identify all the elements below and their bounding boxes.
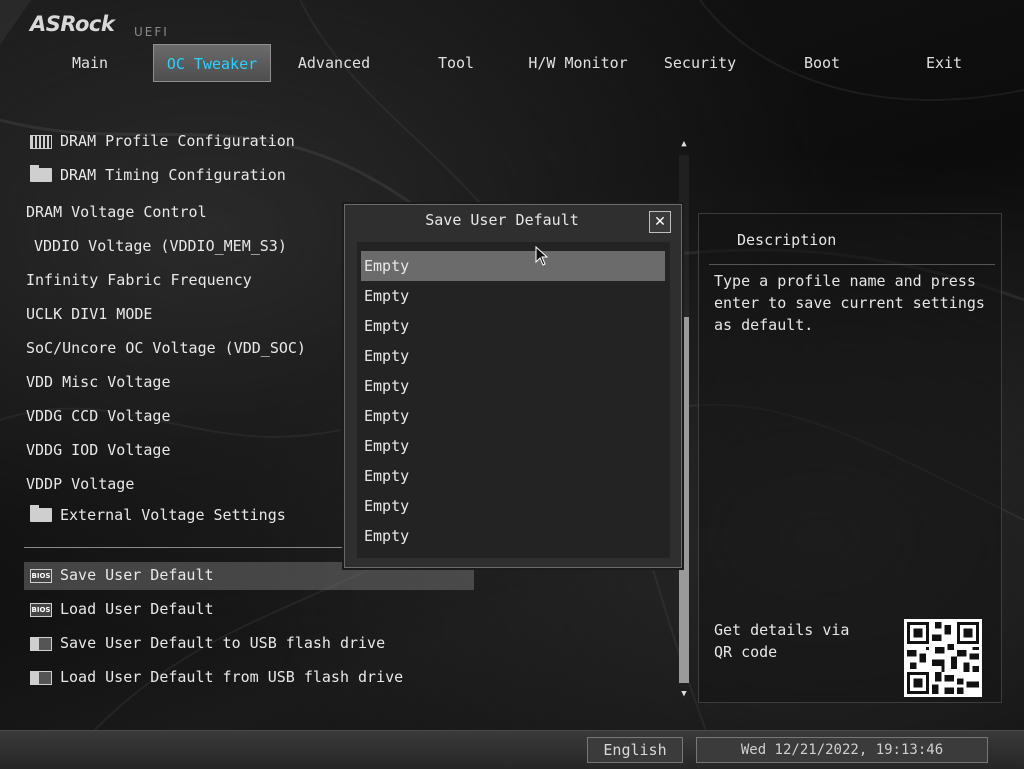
profile-slot-3[interactable]: Empty [361, 311, 665, 341]
usb-load-icon [30, 670, 52, 685]
menu-item-vdd-misc-voltage[interactable]: VDD Misc Voltage [26, 371, 171, 393]
menu-item-vddp-voltage[interactable]: VDDP Voltage [26, 473, 134, 495]
tab-security[interactable]: Security [640, 44, 760, 82]
dialog-title: Save User Default [425, 211, 579, 229]
folder-icon [30, 504, 52, 522]
uefi-label: UEFI [134, 25, 169, 39]
menu-item-dram-profile-configuration[interactable]: DRAM Profile Configuration [30, 130, 295, 152]
tab-exit[interactable]: Exit [884, 44, 1004, 82]
menu-item-save-user-default-usb[interactable]: Save User Default to USB flash drive [30, 632, 385, 654]
menu-item-vddg-ccd-voltage[interactable]: VDDG CCD Voltage [26, 405, 171, 427]
usb-save-icon [30, 636, 52, 651]
profile-slot-4[interactable]: Empty [361, 341, 665, 371]
profile-icon [30, 134, 52, 149]
date-time-display[interactable]: Wed 12/21/2022, 19:13:46 [696, 737, 988, 763]
tab-hw-monitor[interactable]: H/W Monitor [518, 44, 638, 82]
top-tab-bar: Main OC Tweaker Advanced Tool H/W Monito… [30, 44, 1015, 82]
description-divider [709, 264, 995, 265]
description-text: Type a profile name and press enter to s… [714, 272, 985, 334]
tab-advanced[interactable]: Advanced [274, 44, 394, 82]
menu-item-soc-uncore-oc-voltage[interactable]: SoC/Uncore OC Voltage (VDD_SOC) [26, 337, 306, 359]
scroll-up-icon[interactable]: ▲ [677, 137, 691, 151]
tab-oc-tweaker[interactable]: OC Tweaker [153, 44, 271, 82]
tab-main[interactable]: Main [30, 44, 150, 82]
menu-item-uclk-div1-mode[interactable]: UCLK DIV1 MODE [26, 303, 152, 325]
profile-slot-5[interactable]: Empty [361, 371, 665, 401]
profile-slot-8[interactable]: Empty [361, 461, 665, 491]
menu-item-vddio-voltage[interactable]: VDDIO Voltage (VDDIO_MEM_S3) [34, 235, 287, 257]
menu-item-load-user-default-usb[interactable]: Load User Default from USB flash drive [30, 666, 403, 688]
menu-item-dram-timing-configuration[interactable]: DRAM Timing Configuration [30, 164, 286, 186]
bios-icon: BIOS [30, 602, 52, 617]
profile-slot-2[interactable]: Empty [361, 281, 665, 311]
close-icon[interactable]: ✕ [649, 211, 671, 233]
tab-tool[interactable]: Tool [396, 44, 516, 82]
menu-item-dram-voltage-control[interactable]: DRAM Voltage Control [26, 201, 207, 223]
profile-slot-1[interactable]: Empty [361, 251, 665, 281]
language-selector[interactable]: English [587, 737, 683, 763]
asrock-logo: ASRock [30, 12, 115, 36]
menu-item-infinity-fabric-frequency[interactable]: Infinity Fabric Frequency [26, 269, 252, 291]
menu-item-save-user-default[interactable]: BIOS Save User Default [30, 564, 214, 586]
description-panel: Description Type a profile name and pres… [698, 213, 1002, 703]
description-title: Description [737, 231, 837, 249]
folder-icon [30, 164, 52, 182]
profile-slot-6[interactable]: Empty [361, 401, 665, 431]
menu-item-load-user-default[interactable]: BIOS Load User Default [30, 598, 214, 620]
save-user-default-dialog: Save User Default ✕ Empty Empty Empty Em… [344, 204, 682, 568]
menu-item-vddg-iod-voltage[interactable]: VDDG IOD Voltage [26, 439, 171, 461]
profile-slot-7[interactable]: Empty [361, 431, 665, 461]
bios-icon: BIOS [30, 568, 52, 583]
mouse-cursor-icon [535, 246, 549, 266]
qr-code-icon [904, 619, 982, 697]
qr-caption: Get details via QR code [714, 621, 850, 661]
tab-boot[interactable]: Boot [762, 44, 882, 82]
status-footer: English Wed 12/21/2022, 19:13:46 [0, 730, 1024, 769]
menu-item-external-voltage-settings[interactable]: External Voltage Settings [30, 504, 286, 526]
profile-slot-10[interactable]: Empty [361, 521, 665, 551]
profile-slot-list: Empty Empty Empty Empty Empty Empty Empt… [357, 242, 670, 558]
menu-divider [24, 547, 354, 548]
scroll-down-icon[interactable]: ▼ [677, 687, 691, 701]
profile-slot-9[interactable]: Empty [361, 491, 665, 521]
